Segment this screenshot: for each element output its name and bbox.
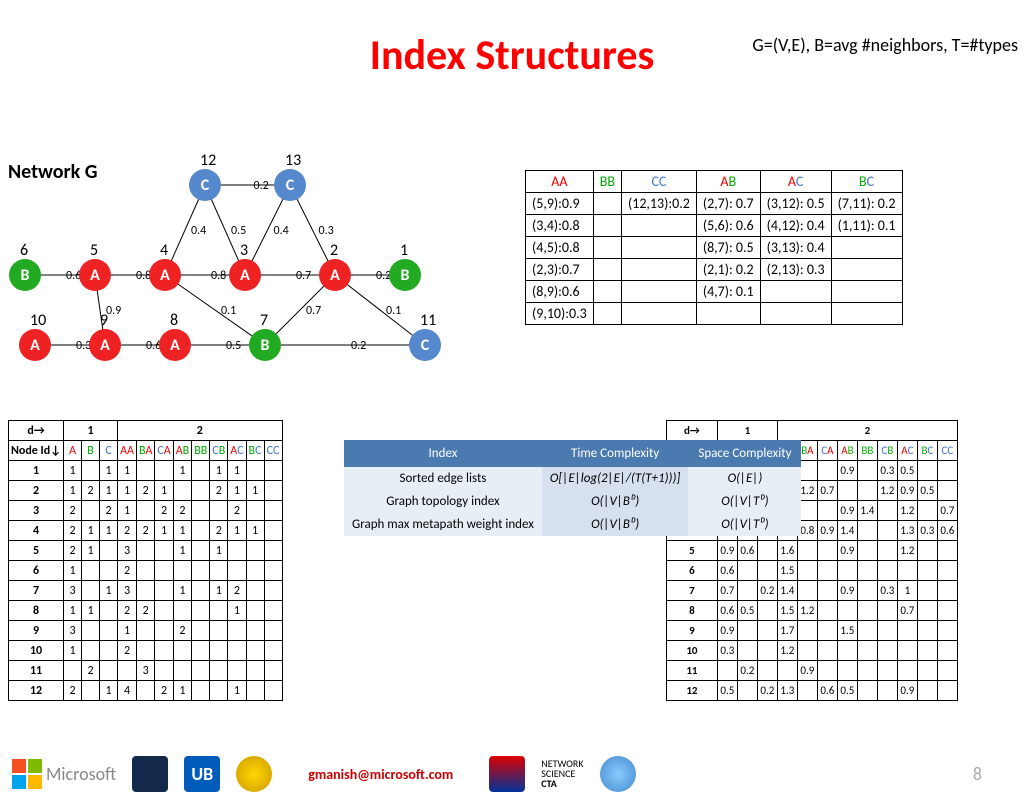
edge-index-table: AABBCCABACBC(5,9):0.9(12,13):0.2(2,7): 0… [525,170,903,325]
network-graph: 0.2 0.4 0.5 0.4 0.3 0.6 0.8 0.8 0.7 0.2 0.9 0.1 0.7 0… [0,140,470,390]
svg-text:5: 5 [90,241,98,260]
svg-text:7: 7 [260,311,268,330]
svg-text:0.4: 0.4 [191,224,206,238]
svg-text:12: 12 [200,151,216,170]
svg-text:B: B [401,266,410,285]
svg-text:0.7: 0.7 [306,304,321,318]
svg-text:C: C [201,176,210,195]
svg-text:0.5: 0.5 [231,224,246,238]
svg-text:A: A [160,266,170,285]
svg-text:0.7: 0.7 [296,269,311,283]
svg-text:B: B [261,336,270,355]
legend-note: G=(V,E), B=avg #neighbors, T=#types [752,34,1018,56]
svg-text:0.6: 0.6 [146,339,161,353]
page-number: 8 [973,763,982,785]
topology-index-table: d→12Node Id↓ABCAABACAABBBCBACBCCC1111111… [8,420,283,701]
svg-text:1: 1 [400,241,408,260]
inarc-logo [600,756,636,792]
cta-logo: NETWORKSCIENCECTA [541,759,583,789]
svg-text:A: A [90,266,100,285]
svg-text:0.8: 0.8 [136,269,151,283]
footer: Microsoft UB gmanish@microsoft.com NETWO… [0,756,1024,792]
medal-icon [236,756,272,792]
svg-text:C: C [286,176,295,195]
svg-text:B: B [21,266,30,285]
svg-text:0.2: 0.2 [351,339,366,353]
ub-logo: UB [184,756,220,792]
complexity-table: IndexTime ComplexitySpace ComplexitySort… [344,440,801,536]
svg-text:4: 4 [160,241,168,260]
email: gmanish@microsoft.com [308,766,453,783]
arl-logo [489,756,525,792]
svg-text:A: A [30,336,40,355]
svg-text:6: 6 [20,241,28,260]
svg-text:0.6: 0.6 [66,269,81,283]
svg-text:0.1: 0.1 [386,304,401,318]
svg-text:A: A [170,336,180,355]
svg-text:0.5: 0.5 [226,339,241,353]
svg-text:0.2: 0.2 [376,269,391,283]
svg-text:13: 13 [285,151,301,170]
svg-text:9: 9 [100,311,108,330]
svg-text:0.4: 0.4 [274,224,289,238]
svg-text:2: 2 [330,241,338,260]
svg-text:A: A [330,266,340,285]
svg-text:0.8: 0.8 [211,269,226,283]
svg-text:0.9: 0.9 [106,304,121,318]
svg-text:A: A [100,336,110,355]
svg-text:8: 8 [170,311,178,330]
svg-text:0.3: 0.3 [76,339,91,353]
svg-text:0.3: 0.3 [319,224,334,238]
svg-text:3: 3 [240,241,248,260]
svg-text:A: A [240,266,250,285]
illinois-logo [132,756,168,792]
svg-text:0.1: 0.1 [221,304,236,318]
svg-text:0.2: 0.2 [254,179,269,193]
microsoft-logo: Microsoft [12,759,116,789]
svg-text:10: 10 [30,311,46,330]
svg-text:C: C [421,336,430,355]
svg-text:11: 11 [420,311,436,330]
